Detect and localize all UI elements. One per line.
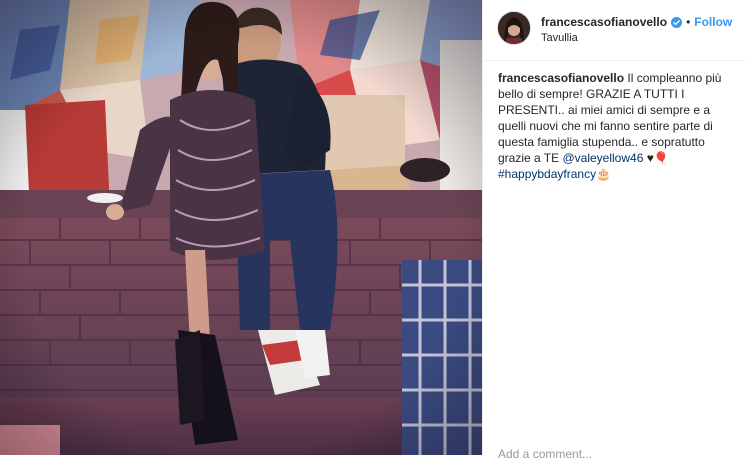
post-location[interactable]: Tavullia [541, 32, 578, 44]
separator-dot: • [686, 15, 691, 29]
caption-mention-link[interactable]: @valeyellow46 [562, 151, 643, 165]
post-header: francescasofianovello • Follow Tavullia [483, 0, 745, 61]
caption-hashtag-link[interactable]: #happybdayfrancy [498, 167, 596, 181]
avatar[interactable] [498, 12, 530, 44]
post-side-panel: francescasofianovello • Follow Tavullia … [482, 0, 745, 461]
caption-emoji: ♥🎈 [643, 151, 669, 165]
avatar-image [498, 12, 530, 44]
caption-username[interactable]: francescasofianovello [498, 71, 624, 85]
post-user-line: francescasofianovello • Follow [541, 15, 732, 29]
follow-button[interactable]: Follow [694, 15, 732, 29]
add-comment-input[interactable]: Add a comment... [498, 447, 592, 461]
post-photo[interactable] [0, 0, 482, 455]
caption-cake-emoji: 🎂 [596, 167, 612, 181]
post-username[interactable]: francescasofianovello [541, 15, 667, 29]
photo-illustration [0, 0, 482, 455]
verified-badge-icon [671, 16, 683, 28]
post-caption: francescasofianovello Il compleanno più … [498, 70, 734, 182]
